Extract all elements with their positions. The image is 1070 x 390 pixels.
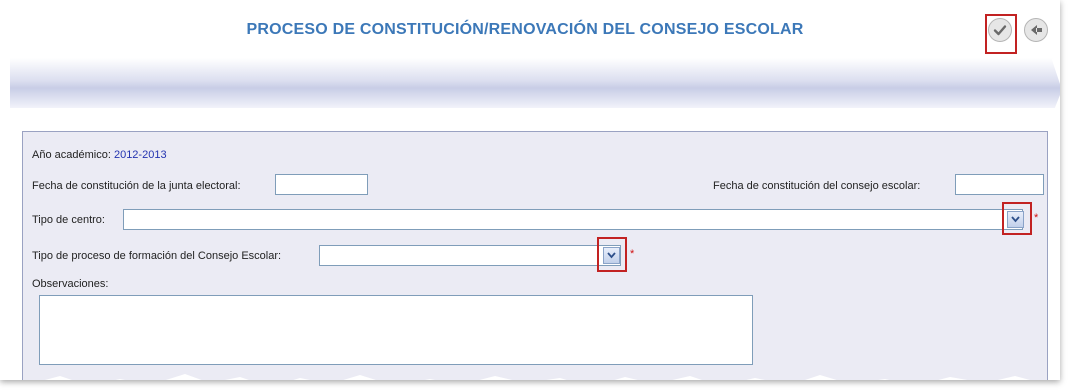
observations-textarea[interactable] (39, 295, 753, 365)
observations-label: Observaciones: (32, 278, 109, 290)
council-date-field[interactable] (955, 174, 1044, 195)
arrow-left-circle-icon[interactable] (1024, 18, 1048, 42)
center-type-select[interactable] (123, 209, 1023, 230)
form-panel: Año académico: 2012-2013 Fecha de consti… (22, 131, 1048, 380)
electoral-board-date-field[interactable] (275, 174, 368, 195)
screenshot-frame: PROCESO DE CONSTITUCIÓN/RENOVACIÓN DEL C… (0, 0, 1060, 380)
council-date-label: Fecha de constitución del consejo escola… (713, 180, 921, 192)
required-marker: * (1034, 212, 1039, 224)
page-title: PROCESO DE CONSTITUCIÓN/RENOVACIÓN DEL C… (246, 21, 804, 38)
checkmark-circle-icon[interactable] (988, 18, 1012, 42)
academic-year-value: 2012-2013 (113, 149, 167, 161)
title-bar: PROCESO DE CONSTITUCIÓN/RENOVACIÓN DEL C… (10, 0, 1060, 59)
academic-year-label: Año académico: 2012-2013 (32, 149, 167, 161)
header-banner (10, 58, 1060, 108)
chevron-down-icon[interactable] (603, 247, 620, 264)
electoral-board-date-label: Fecha de constitución de la junta electo… (32, 180, 241, 192)
chevron-down-icon[interactable] (1007, 211, 1024, 228)
center-type-label: Tipo de centro: (32, 214, 105, 226)
process-type-label: Tipo de proceso de formación del Consejo… (32, 250, 282, 262)
required-marker: * (630, 248, 635, 260)
process-type-select[interactable] (319, 245, 621, 266)
